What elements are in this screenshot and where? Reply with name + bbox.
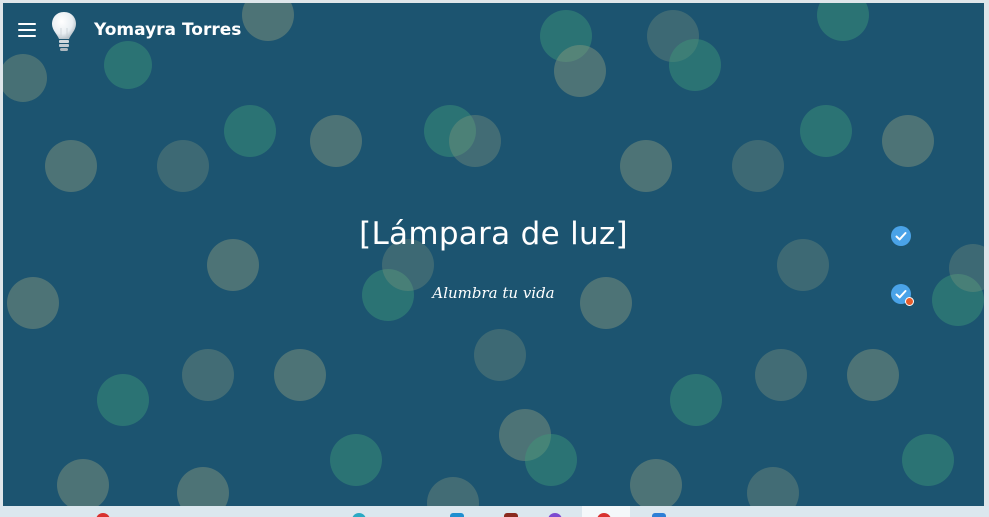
bokeh-dot xyxy=(310,115,362,167)
bokeh-dot xyxy=(670,374,722,426)
purple-app-icon[interactable] xyxy=(548,513,562,517)
red-circle-icon[interactable] xyxy=(96,513,110,517)
bokeh-dot xyxy=(882,115,934,167)
top-bar: Yomayra Torres xyxy=(3,3,984,59)
bokeh-dot xyxy=(800,105,852,157)
bokeh-dot xyxy=(630,459,682,506)
bokeh-dot xyxy=(427,477,479,506)
bokeh-dot xyxy=(177,467,229,506)
blue-app-icon[interactable] xyxy=(450,513,464,517)
hero-title: [Lámpara de luz] xyxy=(359,216,628,252)
bokeh-dot xyxy=(224,105,276,157)
notification-dot xyxy=(905,297,914,306)
blue-app-icon-2[interactable] xyxy=(652,513,666,517)
bokeh-dot xyxy=(330,434,382,486)
hamburger-menu-icon[interactable] xyxy=(16,21,38,39)
bokeh-dot xyxy=(732,140,784,192)
hero-subtitle: Alumbra tu vida xyxy=(432,284,555,302)
bokeh-dot xyxy=(45,140,97,192)
bokeh-dot xyxy=(182,349,234,401)
bokeh-background xyxy=(3,3,984,506)
taskbar xyxy=(0,506,989,517)
light-bulb-icon[interactable] xyxy=(49,10,79,54)
bokeh-dot xyxy=(620,140,672,192)
dark-red-app-icon[interactable] xyxy=(504,513,518,517)
bokeh-dot xyxy=(474,329,526,381)
bokeh-dot xyxy=(57,459,109,506)
bokeh-dot xyxy=(847,349,899,401)
bokeh-dot xyxy=(449,115,501,167)
bokeh-dot xyxy=(747,467,799,506)
bokeh-dot xyxy=(274,349,326,401)
bokeh-dot xyxy=(97,374,149,426)
teal-app-icon[interactable] xyxy=(352,513,366,517)
app-window: Yomayra Torres [Lámpara de luz] Alumbra … xyxy=(3,3,984,506)
bokeh-dot xyxy=(525,434,577,486)
bokeh-dot xyxy=(3,54,47,102)
site-title[interactable]: Yomayra Torres xyxy=(94,20,241,40)
bokeh-dot xyxy=(755,349,807,401)
bokeh-dot xyxy=(157,140,209,192)
title-checkmark-icon[interactable] xyxy=(891,226,911,246)
bokeh-dot xyxy=(902,434,954,486)
subtitle-checkmark-icon[interactable] xyxy=(891,284,914,306)
